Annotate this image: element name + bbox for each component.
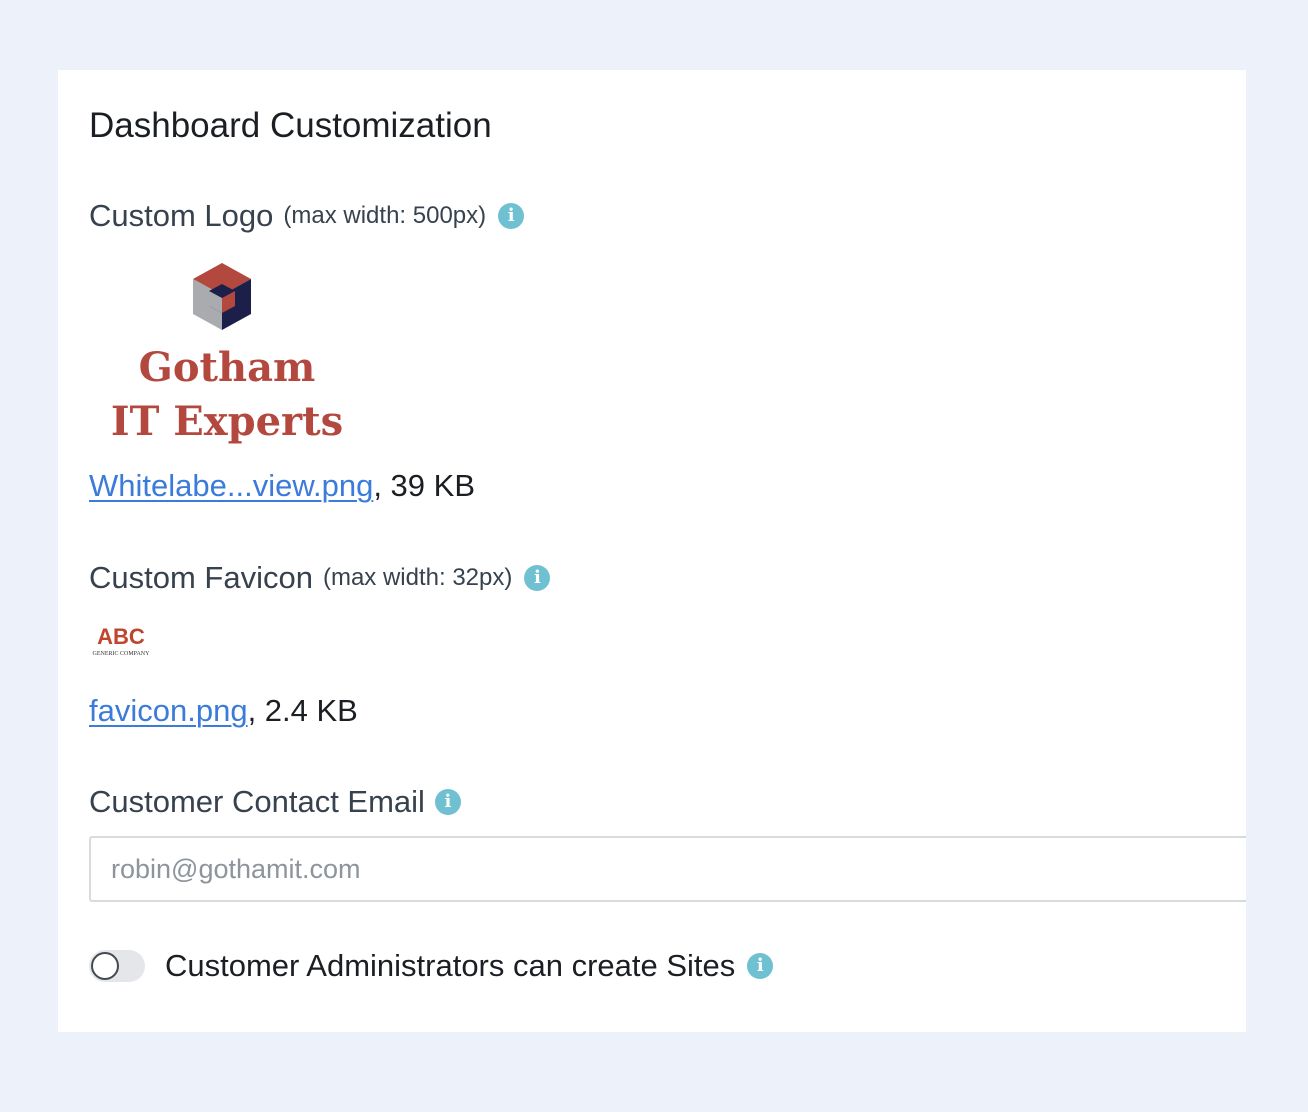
create-sites-toggle[interactable] — [89, 950, 145, 982]
custom-logo-file-link[interactable]: Whitelabe...view.png — [89, 468, 373, 503]
info-icon[interactable]: i — [498, 203, 525, 229]
custom-logo-label-text: Custom Logo — [89, 198, 274, 233]
custom-favicon-preview: ABC GENERIC COMPANY — [89, 622, 153, 662]
abc-favicon-icon: ABC GENERIC COMPANY — [93, 624, 151, 657]
custom-favicon-file-link[interactable]: favicon.png — [89, 693, 248, 728]
customer-contact-email-label: Customer Contact Email i — [89, 784, 461, 820]
custom-logo-preview: Gotham IT Experts — [107, 260, 347, 450]
custom-logo-label: Custom Logo (max width: 500px) i — [89, 198, 525, 234]
toggle-knob — [91, 952, 119, 980]
logo-line-2: IT Experts — [110, 398, 344, 445]
logo-line-1: Gotham — [138, 344, 316, 391]
dashboard-customization-card: Dashboard Customization Custom Logo (max… — [58, 70, 1246, 1032]
cube-logo-icon — [193, 263, 251, 330]
custom-logo-file: Whitelabe...view.png, 39 KB — [89, 468, 475, 504]
custom-favicon-label: Custom Favicon (max width: 32px) i — [89, 560, 551, 596]
section-title: Dashboard Customization — [89, 106, 492, 145]
custom-favicon-label-text: Custom Favicon — [89, 560, 313, 595]
favicon-abc-text: ABC — [97, 624, 145, 649]
custom-favicon-file-size: , 2.4 KB — [247, 693, 358, 728]
custom-logo-file-size: , 39 KB — [373, 468, 476, 503]
custom-logo-hint: (max width: 500px) — [283, 202, 487, 229]
customer-contact-email-input[interactable] — [89, 836, 1246, 902]
create-sites-toggle-row: Customer Administrators can create Sites… — [89, 948, 774, 984]
custom-favicon-hint: (max width: 32px) — [322, 564, 513, 591]
info-icon[interactable]: i — [434, 789, 461, 815]
custom-favicon-file: favicon.png, 2.4 KB — [89, 693, 358, 729]
favicon-subtext: GENERIC COMPANY — [93, 651, 151, 657]
info-icon[interactable]: i — [747, 953, 774, 979]
customer-contact-email-label-text: Customer Contact Email — [89, 784, 425, 819]
create-sites-toggle-label: Customer Administrators can create Sites — [165, 948, 736, 983]
info-icon[interactable]: i — [524, 565, 551, 591]
